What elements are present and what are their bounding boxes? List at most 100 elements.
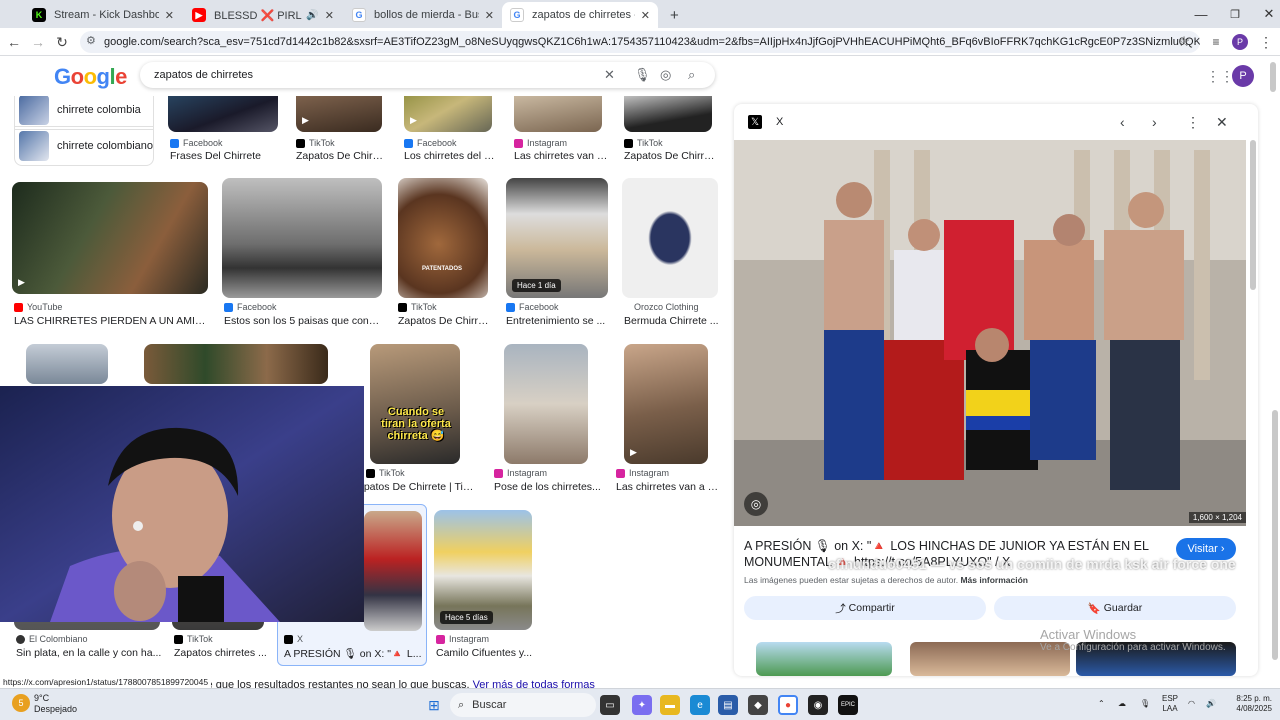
more-info-link[interactable]: Más información — [960, 575, 1028, 585]
preview-scrollbar[interactable] — [1250, 140, 1256, 290]
save-button[interactable]: 🔖 Guardar — [994, 596, 1236, 620]
chrome-icon[interactable]: ● — [778, 695, 798, 715]
close-icon[interactable]: ✕ — [641, 9, 650, 22]
result-caption: A PRESIÓN 🎙 on X: "🔺 L... — [284, 648, 422, 660]
next-icon[interactable]: › — [1152, 114, 1157, 130]
share-icon: ⤴ — [835, 602, 846, 615]
address-bar[interactable]: ⚙ google.com/search?sca_esv=751cd7d1442c… — [80, 31, 1200, 53]
image-result[interactable]: Cuando se tiran la oferta chirreta 😅 Tik… — [358, 344, 478, 498]
apps-grid-icon[interactable]: ⋮⋮ — [1206, 68, 1234, 85]
volume-icon[interactable]: 🔊 — [1206, 699, 1216, 709]
google-logo[interactable]: Google — [54, 64, 127, 90]
search-icon[interactable]: ⌕ — [688, 67, 695, 83]
related-search-chip[interactable]: chirrete colombiano — [14, 126, 154, 166]
close-icon[interactable]: ✕ — [325, 9, 334, 22]
epic-games-icon[interactable]: EPIC — [838, 695, 858, 715]
image-result[interactable]: Instagram Las chirretes van a... — [514, 96, 608, 162]
thumb-text: Cuando se tiran la oferta chirreta 😅 — [381, 406, 451, 442]
result-source: X — [284, 634, 303, 644]
url-text: google.com/search?sca_esv=751cd7d1442c1b… — [104, 36, 1200, 48]
clock[interactable]: 8:25 p. m. 4/08/2025 — [1228, 694, 1272, 714]
reload-icon[interactable]: ↻ — [52, 32, 72, 52]
image-result[interactable]: Facebook Estos son los 5 paisas que con … — [222, 178, 384, 332]
image-result[interactable]: Facebook Frases Del Chirrete — [168, 96, 278, 162]
image-result[interactable]: Instagram Pose de los chirretes... — [494, 344, 606, 498]
site-info-icon[interactable]: ⚙ — [86, 34, 96, 47]
wifi-icon[interactable]: ◠ — [1188, 699, 1195, 709]
window-close-icon[interactable]: ✕ — [1252, 0, 1280, 28]
tab-search-icon[interactable]: ≡ — [1206, 32, 1226, 52]
restore-icon[interactable]: ❐ — [1218, 0, 1252, 28]
new-tab-button[interactable]: + — [662, 2, 682, 28]
tab-zapatos-search[interactable]: G zapatos de chirretes - Buscar co ✕ — [502, 2, 658, 28]
image-result[interactable]: TikTok Zapatos De Chirret... — [624, 96, 718, 162]
edge-icon[interactable]: e — [690, 695, 710, 715]
result-image: Hace 5 días — [434, 510, 532, 630]
result-caption: Bermuda Chirrete ... — [624, 315, 719, 327]
tray-chevron-icon[interactable]: ⌃ — [1098, 699, 1105, 709]
profile-avatar[interactable]: P — [1232, 34, 1248, 50]
weather-widget[interactable]: 9°C Despejado — [34, 693, 77, 715]
image-result[interactable]: Orozco Clothing Bermuda Chirrete ... — [622, 178, 720, 332]
image-result[interactable]: Hace 1 día Facebook Entretenimiento se .… — [506, 178, 610, 332]
bookmark-star-icon[interactable]: ☆ — [1174, 31, 1194, 51]
tab-label: bollos de mierda - Buscar con — [374, 9, 479, 21]
close-icon[interactable]: ✕ — [485, 9, 494, 22]
tab-kick-dashboard[interactable]: K Stream - Kick Dashboard ✕ — [24, 2, 182, 28]
task-view-icon[interactable]: ▭ — [600, 695, 620, 715]
image-result[interactable] — [26, 344, 110, 384]
copilot-icon[interactable]: ✦ — [632, 695, 652, 715]
tab-bollos-search[interactable]: G bollos de mierda - Buscar con ✕ — [344, 2, 502, 28]
close-icon[interactable]: ✕ — [165, 9, 174, 22]
more-options-icon[interactable]: ⋮ — [1186, 114, 1200, 131]
image-result[interactable]: PATENTADOS TikTok Zapatos De Chirret... — [398, 178, 494, 332]
clear-icon[interactable]: ✕ — [604, 67, 615, 83]
result-image: Hace 1 día — [506, 178, 608, 298]
store-icon[interactable]: ▤ — [718, 695, 738, 715]
result-image — [144, 344, 328, 384]
previous-icon[interactable]: ‹ — [1120, 114, 1125, 130]
account-avatar[interactable]: P — [1232, 65, 1254, 87]
lens-search-icon[interactable]: ◎ — [744, 492, 768, 516]
back-icon[interactable]: ← — [4, 32, 24, 52]
tiktok-icon — [174, 634, 183, 644]
image-result[interactable]: ▶ Instagram Las chirretes van a P... — [614, 344, 720, 498]
network-icon[interactable]: ☁ — [1118, 699, 1126, 709]
preview-source[interactable]: X — [776, 116, 783, 128]
preview-image[interactable]: ◎ 1,600 × 1,204 — [734, 140, 1246, 526]
app-icon[interactable]: ◆ — [748, 695, 768, 715]
result-image: ▶ — [404, 96, 492, 132]
forward-icon[interactable]: → — [28, 32, 48, 52]
microphone-icon[interactable]: 🎙 — [634, 67, 651, 83]
lens-icon[interactable]: ◎ — [660, 67, 671, 83]
image-result[interactable]: ▶ YouTube LAS CHIRRETES PIERDEN A UN AMI… — [12, 182, 210, 332]
tiktok-icon — [398, 302, 407, 312]
scrollbar[interactable] — [1270, 62, 1276, 92]
image-result[interactable] — [144, 344, 328, 384]
search-input[interactable]: zapatos de chirretes — [154, 69, 253, 81]
tab-youtube[interactable]: ▶ BLESSD ❌ PIRLO | ZIPLOC 🔊 ✕ — [184, 2, 342, 28]
mic-tray-icon[interactable]: 🎙 — [1140, 699, 1150, 709]
page-scrollbar[interactable] — [1272, 410, 1278, 660]
windows-start-icon[interactable]: ⊞ — [424, 695, 444, 715]
menu-icon[interactable]: ⋮ — [1256, 32, 1276, 52]
related-search-chip[interactable]: chirrete colombia — [14, 96, 154, 130]
image-result[interactable]: ▶ Facebook Los chirretes del b... — [404, 96, 496, 162]
close-preview-icon[interactable]: ✕ — [1216, 114, 1228, 131]
file-explorer-icon[interactable]: ▬ — [660, 695, 680, 715]
search-box[interactable]: zapatos de chirretes ✕ 🎙 ◎ ⌕ — [140, 62, 715, 88]
image-result[interactable]: Hace 5 días Instagram Camilo Cifuentes y… — [434, 510, 534, 670]
language-indicator[interactable]: ESP LAA — [1162, 694, 1178, 714]
weather-icon[interactable]: 5 — [12, 694, 30, 712]
obs-icon[interactable]: ◉ — [808, 695, 828, 715]
image-result[interactable]: ▶ TikTok Zapatos De Chirret... — [296, 96, 382, 162]
speaker-icon[interactable]: 🔊 — [306, 10, 318, 21]
result-caption: Zapatos chirretes ... — [174, 647, 267, 659]
related-image[interactable] — [756, 642, 892, 676]
x-icon — [284, 634, 293, 644]
result-source: TikTok — [624, 138, 663, 148]
result-image: ▶ — [296, 96, 382, 132]
taskbar-search[interactable]: ⌕ Buscar — [450, 693, 596, 717]
minimize-icon[interactable]: — — [1184, 0, 1218, 28]
share-button[interactable]: ⤴ Compartir — [744, 596, 986, 620]
